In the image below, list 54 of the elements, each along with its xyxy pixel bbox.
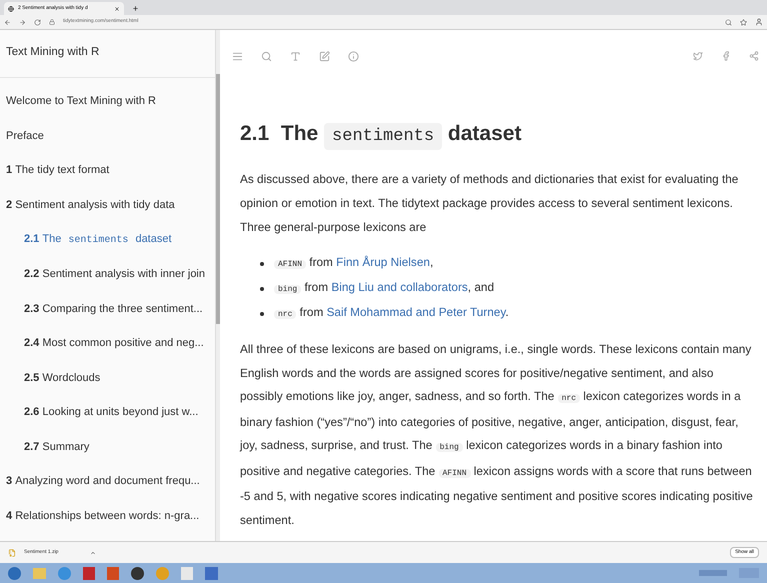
new-tab-icon[interactable] [132,5,139,12]
body-paragraph: All three of these lexicons are based on unigrams, i.e., single words. These lexicons contain many English words and the words are assigned scores for positive/negative sentiment, and also possibly emotions like joy, anger, sadness, and so forth. The nrc lexicon categorizes words in a binary fashion (“yes”/“no”) into categories of positive, negative, anger, anticipation, disgust, fear, joy, sadness, surprise, and trust. The bing lexicon categorizes words in a binary fashion into positive and negative categories. The AFINN lexicon assigns words with a score that runs between -5 and 5, with negative scores indicating negative sentiment and positive scores indicating positive sentiment. [240,341,754,528]
file-icon [8,548,16,556]
inline-code: nrc [558,394,580,403]
star-icon[interactable] [740,18,747,26]
lexicon-text: AFINN from Finn Årup Nielsen, [274,251,434,276]
toc-item[interactable]: 1 The tidy text format [0,153,215,188]
inline-code: AFINN [274,260,306,269]
menu-icon[interactable] [232,50,243,62]
lexicon-text: bing from Bing Liu and collaborators, and [274,276,494,301]
author-link[interactable]: Finn Årup Nielsen [336,255,430,269]
book-title[interactable]: Text Mining with R [0,30,215,78]
inline-code: sentiments [324,123,442,150]
edit-icon[interactable] [319,50,330,62]
bullet-icon [260,286,264,290]
toc-item[interactable]: 3 Analyzing word and document frequ... [0,464,215,499]
twitter-icon[interactable] [693,51,703,61]
toc-item[interactable]: 2 Sentiment analysis with tidy data [0,188,215,222]
bullet-icon [260,262,264,266]
toc-item[interactable]: 2.2 Sentiment analysis with inner join [0,257,215,292]
inline-code: bing [274,285,302,294]
info-icon[interactable] [348,50,359,62]
lock-icon [49,19,55,25]
font-icon[interactable] [290,50,301,62]
forward-icon[interactable] [19,18,26,26]
search-icon[interactable] [261,50,272,62]
inline-code: nrc [274,310,296,319]
toc-item[interactable]: Preface [0,118,215,154]
profile-icon[interactable] [755,18,763,26]
toc-item[interactable]: 4 Relationships between words: n-gra... [0,498,215,534]
intro-paragraph: As discussed above, there are a variety of methods and dictionaries that exist for evaluating the opinion or emotion in text. The tidytext package provides access to several sentiment lexicons. Three general-purpose lexicons are [240,171,740,236]
inline-code: AFINN [438,468,471,478]
toc-item[interactable]: 2.1 The sentiments dataset [0,222,215,258]
toc-item[interactable]: 2.4 Most common positive and neg... [0,326,215,361]
facebook-icon[interactable] [721,51,731,61]
close-icon[interactable] [114,6,120,12]
reload-icon[interactable] [34,18,41,26]
back-icon[interactable] [4,18,11,26]
toc-item[interactable]: 2.6 Looking at units beyond just w... [0,395,215,430]
toc-item[interactable]: 2.5 Wordclouds [0,360,215,396]
toc-item[interactable]: 2.7 Summary [0,430,215,464]
search-icon[interactable] [725,18,732,26]
toc-item[interactable]: Welcome to Text Mining with R [0,84,215,119]
caret-icon[interactable] [90,550,96,556]
toc-item[interactable]: 2.3 Comparing the three sentiment... [0,292,215,326]
globe-icon [8,6,14,12]
lexicon-text: nrc from Saif Mohammad and Peter Turney. [274,301,509,326]
bullet-icon [260,312,264,316]
author-link[interactable]: Saif Mohammad and Peter Turney [326,305,506,319]
share-icon[interactable] [749,51,759,61]
inline-code: bing [436,443,463,452]
author-link[interactable]: Bing Liu and collaborators [331,280,468,294]
inline-code: sentiments [67,235,130,246]
section-heading: 2.1 The sentiments dataset [240,122,757,149]
